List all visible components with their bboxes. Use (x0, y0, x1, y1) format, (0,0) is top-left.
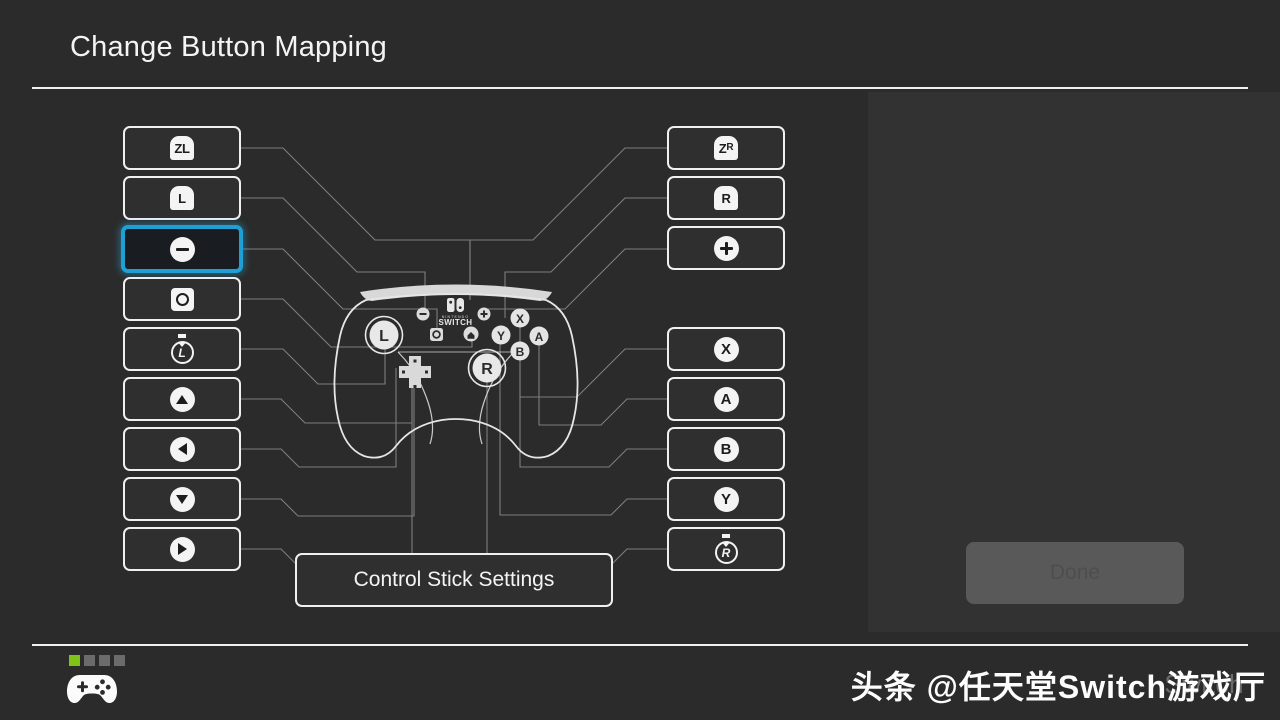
map-button-x[interactable]: X (667, 327, 785, 371)
map-button-left-stick[interactable]: L (123, 327, 241, 371)
switch-button-mapping-screen: Change Button Mapping L R X A B Y NINTEN… (0, 0, 1280, 720)
svg-text:A: A (535, 330, 544, 344)
a-button-icon: A (713, 386, 739, 412)
map-button-plus[interactable] (667, 226, 785, 270)
svg-text:R: R (481, 361, 493, 378)
left-stick-press-icon: L (169, 334, 196, 364)
trigger-r-icon: R (714, 186, 738, 210)
trigger-zl-icon: ZL (170, 136, 194, 160)
done-button[interactable]: Done (966, 542, 1184, 604)
player-led-2 (84, 655, 95, 666)
map-button-dpad-left[interactable] (123, 427, 241, 471)
dpad-right-icon (169, 536, 195, 562)
map-button-dpad-right[interactable] (123, 527, 241, 571)
x-button-icon: X (713, 336, 739, 362)
dpad-up-icon (169, 386, 195, 412)
right-stick-press-icon: R (713, 534, 740, 564)
svg-text:Y: Y (497, 329, 505, 343)
minus-button-icon (169, 236, 195, 262)
player-led-indicator (69, 655, 125, 666)
y-button-icon: Y (713, 486, 739, 512)
map-button-zr[interactable]: ZR (667, 126, 785, 170)
control-stick-settings-label: Control Stick Settings (353, 568, 555, 591)
trigger-l-icon: L (170, 186, 194, 210)
map-button-dpad-down[interactable] (123, 477, 241, 521)
plus-button-icon (713, 235, 739, 261)
done-button-label: Done (1049, 561, 1101, 584)
svg-text:X: X (516, 312, 524, 326)
player-led-1 (69, 655, 80, 666)
dpad-left-icon (169, 436, 195, 462)
gamepad-icon[interactable] (64, 668, 120, 710)
map-button-r[interactable]: R (667, 176, 785, 220)
b-button-icon: B (713, 436, 739, 462)
dpad-down-icon (169, 486, 195, 512)
map-button-b[interactable]: B (667, 427, 785, 471)
map-button-zl[interactable]: ZL (123, 126, 241, 170)
player-led-4 (114, 655, 125, 666)
capture-button-icon (170, 287, 194, 311)
trigger-zr-icon: ZR (714, 136, 738, 160)
map-button-y[interactable]: Y (667, 477, 785, 521)
control-stick-settings-button[interactable]: Control Stick Settings (295, 553, 613, 607)
map-button-l[interactable]: L (123, 176, 241, 220)
pro-controller-illustration: L R X A B Y NINTENDO SWITCH (333, 284, 579, 459)
map-button-dpad-up[interactable] (123, 377, 241, 421)
nintendo-switch-logo: NINTENDO SWITCH (439, 298, 473, 327)
svg-text:B: B (516, 345, 525, 359)
map-button-capture[interactable] (123, 277, 241, 321)
watermark: 头条 @任天堂Switch游戏厅 Switch (851, 662, 1266, 708)
map-button-a[interactable]: A (667, 377, 785, 421)
map-button-minus[interactable] (121, 225, 243, 273)
svg-text:SWITCH: SWITCH (439, 318, 473, 327)
map-button-right-stick[interactable]: R (667, 527, 785, 571)
player-led-3 (99, 655, 110, 666)
svg-text:L: L (379, 328, 389, 345)
watermark-ghost-text: Switch (1164, 669, 1244, 699)
